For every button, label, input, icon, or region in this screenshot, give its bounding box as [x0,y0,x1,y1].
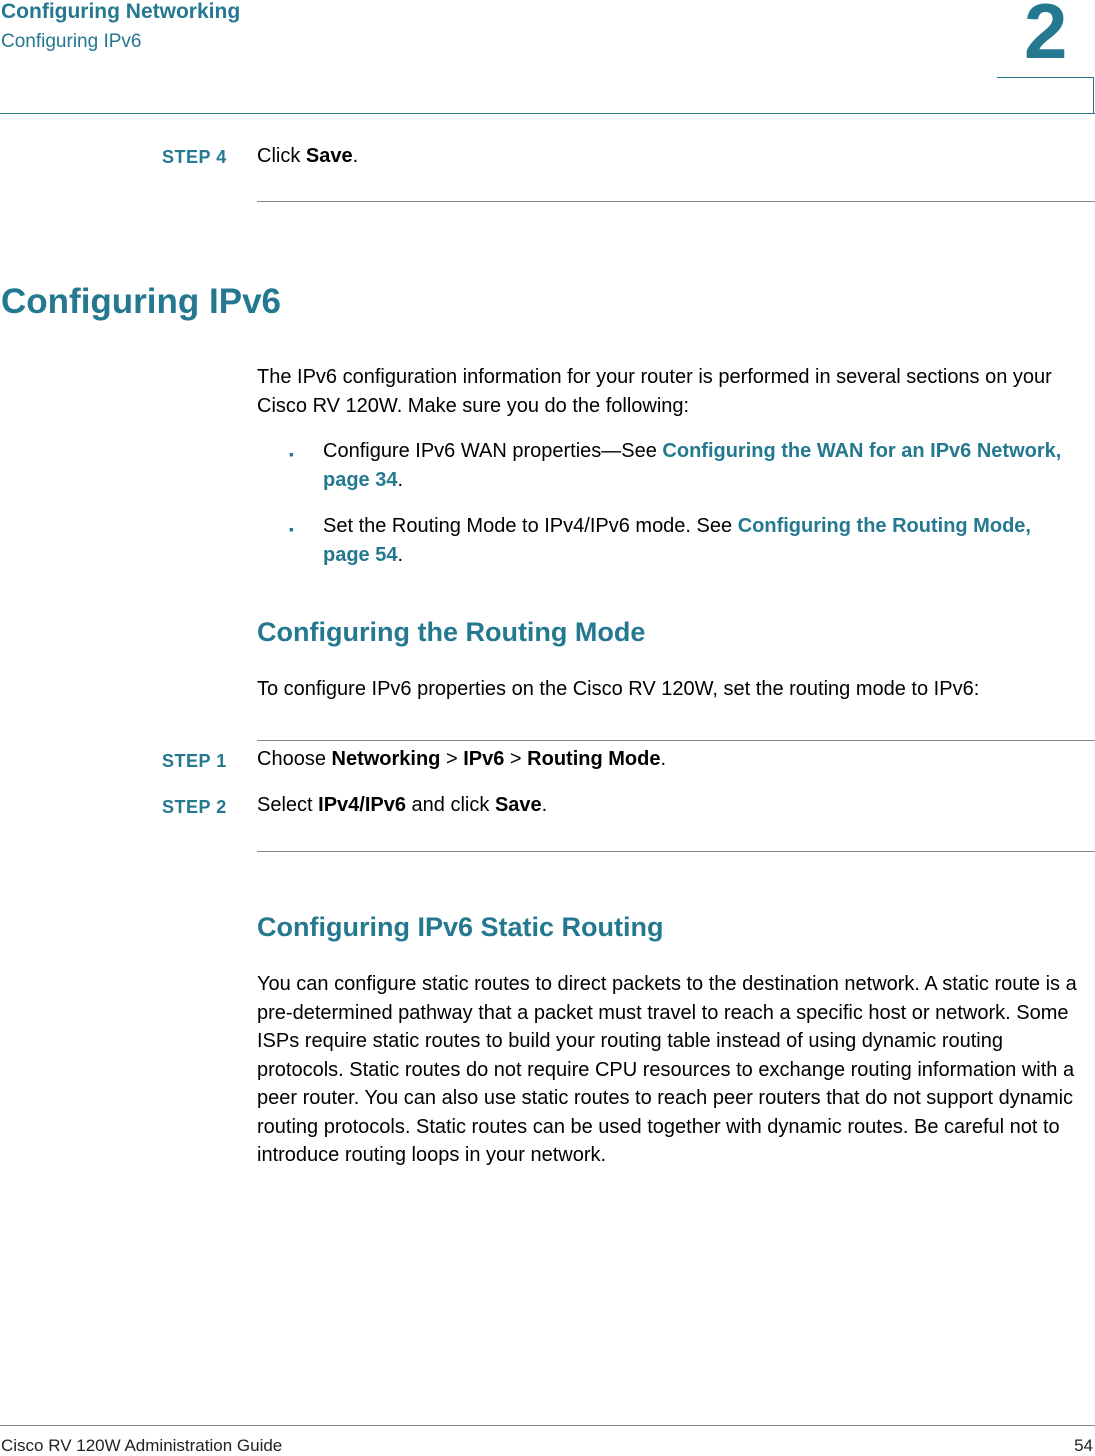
divider [257,201,1095,202]
step-label: STEP 2 [162,797,227,817]
ui-term-save: Save [305,145,353,167]
chapter-tab-box [997,77,1094,114]
chapter-number: 2 [1024,0,1068,75]
ui-term-ipv6: IPv6 [463,748,505,770]
header-divider [0,113,1095,114]
intro-paragraph: The IPv6 configuration information for y… [257,366,1052,417]
step-text-plain: Click [257,145,306,167]
step-text-plain: . [541,794,548,816]
ui-term-ipv4-ipv6: IPv4/IPv6 [318,794,406,816]
body-paragraph: You can configure static routes to direc… [257,973,1077,1166]
menu-separator: > [504,748,528,770]
step-text: Choose Networking > IPv6 > Routing Mode. [257,748,666,771]
list-item-text: . [397,544,404,566]
step-label: STEP 4 [162,147,227,167]
step-text-plain: and click [406,794,495,816]
bullet-marker: ▪ [289,446,294,462]
step-text-plain: Select [257,794,319,816]
step-label: STEP 1 [162,751,227,771]
step-text-plain: Choose [257,748,332,770]
page-number: 54 [1074,1436,1093,1455]
divider [257,740,1095,741]
footer-divider [0,1425,1095,1426]
subsection-intro: To configure IPv6 properties on the Cisc… [257,678,980,700]
bullet-marker: ▪ [289,521,294,537]
section-heading: Configuring IPv6 [1,282,281,321]
subsection-heading: Configuring the Routing Mode [257,617,646,647]
list-item-text: Configure IPv6 WAN properties—See [323,440,663,462]
step-text: Select IPv4/IPv6 and click Save. [257,794,547,817]
chapter-title: Configuring Networking [1,0,241,23]
step-text: Click Save. [257,145,358,168]
list-item-text: . [397,469,404,491]
menu-separator: > [440,748,464,770]
subsection-heading: Configuring IPv6 Static Routing [257,912,664,942]
list-item-text: Set the Routing Mode to IPv4/IPv6 mode. … [323,515,738,537]
list-item: Set the Routing Mode to IPv4/IPv6 mode. … [323,512,1083,570]
step-text-plain: . [660,748,667,770]
list-item: Configure IPv6 WAN properties—See Config… [323,437,1083,495]
ui-term-routing-mode: Routing Mode [527,748,661,770]
footer-guide-title: Cisco RV 120W Administration Guide [1,1436,283,1455]
divider [257,851,1095,852]
ui-term-save: Save [494,794,542,816]
step-text-plain: . [352,145,359,167]
ui-term-networking: Networking [331,748,441,770]
section-title: Configuring IPv6 [1,31,142,52]
